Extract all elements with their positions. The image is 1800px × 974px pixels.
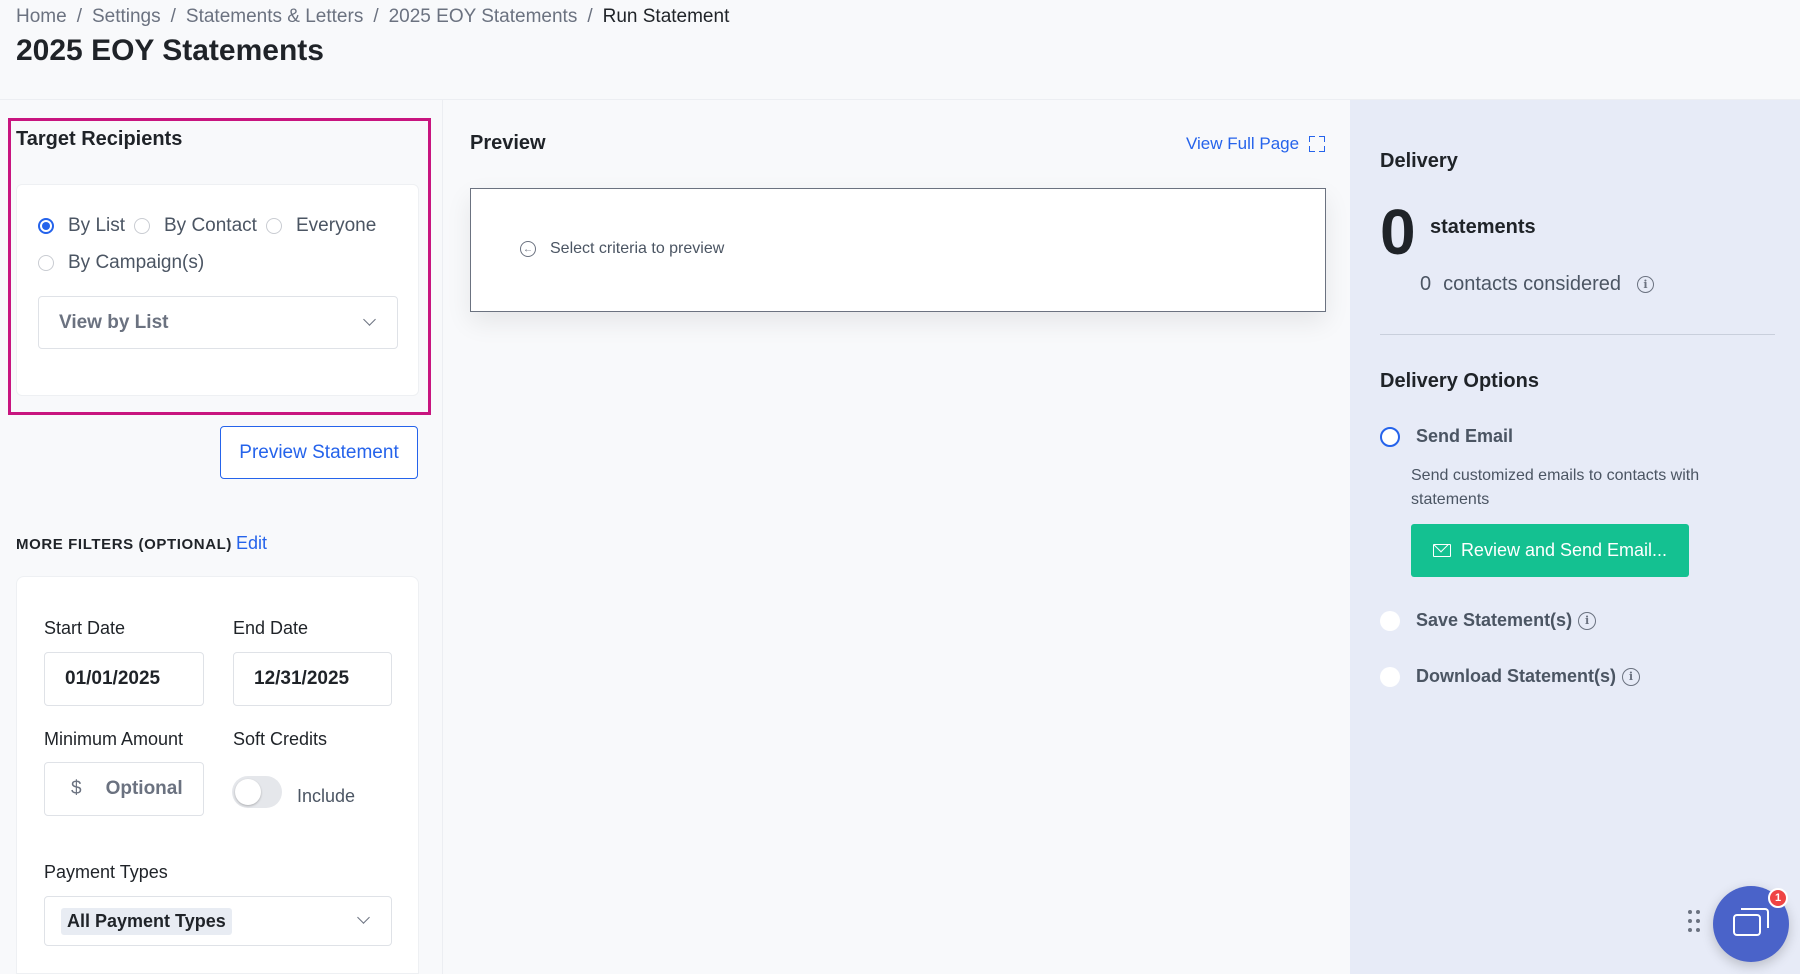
breadcrumb-eoy-statements[interactable]: 2025 EOY Statements <box>389 6 578 28</box>
payment-types-select[interactable]: All Payment Types <box>44 896 392 946</box>
list-select-value: View by List <box>59 311 169 333</box>
save-statements-label: Save Statement(s) <box>1416 610 1573 630</box>
radio-everyone-label: Everyone <box>296 215 377 236</box>
breadcrumb-separator: / <box>587 6 593 27</box>
send-email-label: Send Email <box>1416 426 1514 446</box>
breadcrumb-home[interactable]: Home <box>16 6 67 28</box>
statement-count: 0 <box>1380 196 1416 268</box>
chat-notification-badge: 1 <box>1768 888 1788 908</box>
radio-unchecked-icon <box>1380 666 1400 687</box>
contacts-considered: 0 contacts considered i <box>1420 273 1655 296</box>
divider <box>1380 334 1775 335</box>
end-date-input[interactable]: 12/31/2025 <box>233 652 392 706</box>
download-statements-label: Download Statement(s) <box>1416 666 1617 686</box>
review-send-email-label: Review and Send Email... <box>1460 540 1668 560</box>
radio-by-list[interactable]: By List <box>38 215 125 237</box>
breadcrumb-statements-letters[interactable]: Statements & Letters <box>186 6 363 28</box>
toggle-knob <box>235 779 261 805</box>
breadcrumb-settings[interactable]: Settings <box>92 6 161 28</box>
preview-statement-button[interactable]: Preview Statement <box>220 426 418 479</box>
radio-by-contact-label: By Contact <box>164 215 257 236</box>
preview-title: Preview <box>470 132 546 154</box>
soft-credits-label: Soft Credits <box>233 729 328 749</box>
expand-icon <box>1309 136 1326 152</box>
radio-everyone[interactable]: Everyone <box>266 215 376 237</box>
radio-checked-icon <box>38 218 54 234</box>
breadcrumb-current: Run Statement <box>602 6 730 27</box>
minimum-amount-placeholder: Optional <box>105 778 183 799</box>
delivery-title: Delivery <box>1380 150 1458 172</box>
preview-empty-message: ← Select criteria to preview <box>520 240 724 258</box>
breadcrumb-separator: / <box>170 6 176 27</box>
radio-unchecked-icon <box>1380 610 1400 631</box>
review-send-email-button[interactable]: Review and Send Email... <box>1411 524 1689 577</box>
option-save-statements[interactable]: Save Statement(s) i <box>1380 610 1597 631</box>
radio-by-contact[interactable]: By Contact <box>134 215 257 237</box>
soft-credits-include-label: Include <box>297 786 356 806</box>
option-send-email[interactable]: Send Email <box>1380 426 1513 447</box>
radio-by-campaign[interactable]: By Campaign(s) <box>38 252 204 274</box>
view-full-page-label: View Full Page <box>1186 134 1300 153</box>
chevron-down-icon <box>357 911 370 924</box>
breadcrumb: Home / Settings / Statements & Letters /… <box>16 6 729 28</box>
more-filters-label: MORE FILTERS (OPTIONAL) <box>16 536 233 553</box>
send-email-description: Send customized emails to contacts with … <box>1411 467 1700 508</box>
more-filters-edit-link[interactable]: Edit <box>236 533 267 554</box>
preview-empty-text: Select criteria to preview <box>550 240 725 257</box>
breadcrumb-separator: / <box>76 6 82 27</box>
breadcrumb-separator: / <box>373 6 379 27</box>
soft-credits-toggle[interactable] <box>232 776 282 808</box>
end-date-label: End Date <box>233 618 309 638</box>
payment-types-label: Payment Types <box>44 862 168 882</box>
radio-by-campaign-label: By Campaign(s) <box>68 252 205 273</box>
list-select[interactable]: View by List <box>38 296 398 349</box>
contacts-count: 0 <box>1420 273 1432 295</box>
payment-type-tag: All Payment Types <box>61 907 232 935</box>
radio-unchecked-icon <box>266 218 282 234</box>
page-title: 2025 EOY Statements <box>16 34 324 67</box>
delivery-options-title: Delivery Options <box>1380 370 1539 392</box>
start-date-input[interactable]: 01/01/2025 <box>44 652 204 706</box>
info-icon[interactable]: i <box>1637 276 1655 293</box>
target-recipients-title: Target Recipients <box>16 128 183 150</box>
radio-checked-icon <box>1380 426 1400 447</box>
arrow-left-circle-icon: ← <box>520 241 536 257</box>
chat-icon <box>1733 908 1769 940</box>
minimum-amount-input[interactable]: $ Optional <box>44 762 204 816</box>
radio-unchecked-icon <box>38 255 54 271</box>
statements-label: statements <box>1430 216 1536 238</box>
contacts-considered-label: contacts considered <box>1443 273 1622 295</box>
info-icon[interactable]: i <box>1622 667 1641 686</box>
chevron-down-icon <box>363 313 376 326</box>
radio-unchecked-icon <box>134 218 150 234</box>
option-download-statements[interactable]: Download Statement(s) i <box>1380 666 1641 687</box>
minimum-amount-label: Minimum Amount <box>44 729 184 749</box>
mail-icon <box>1432 544 1451 557</box>
radio-by-list-label: By List <box>68 215 126 236</box>
info-icon[interactable]: i <box>1578 611 1597 630</box>
view-full-page-link[interactable]: View Full Page <box>1186 134 1326 154</box>
dollar-prefix: $ <box>71 778 82 799</box>
start-date-label: Start Date <box>44 618 126 638</box>
drag-handle-icon[interactable] <box>1688 910 1702 934</box>
page-header: Home / Settings / Statements & Letters /… <box>0 0 1800 100</box>
